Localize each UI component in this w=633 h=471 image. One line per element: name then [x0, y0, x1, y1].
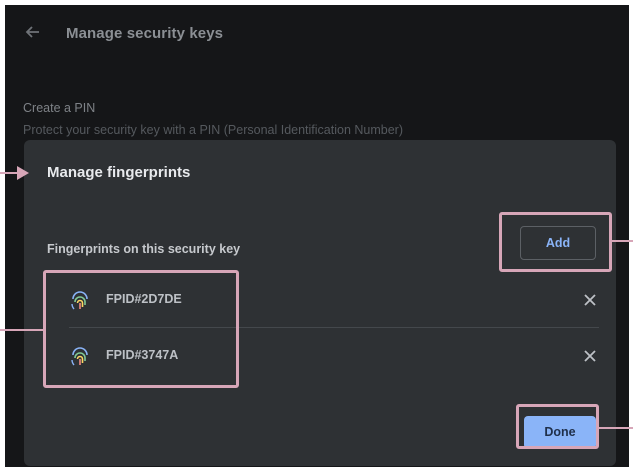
close-icon[interactable] [581, 291, 599, 309]
fingerprints-section-label: Fingerprints on this security key [47, 242, 241, 256]
create-pin-description: Protect your security key with a PIN (Pe… [23, 123, 404, 137]
back-arrow-icon[interactable] [23, 22, 43, 42]
fingerprint-row: FPID#3747A [69, 341, 599, 371]
done-button[interactable]: Done [524, 416, 596, 449]
settings-screen: Manage security keys Create a PIN Protec… [5, 5, 629, 467]
annotation-line-fingerprints [0, 329, 43, 331]
create-pin-label: Create a PIN [23, 101, 96, 115]
fingerprint-row: FPID#2D7DE [69, 285, 599, 315]
fingerprint-id: FPID#3747A [106, 348, 179, 362]
top-bar: Manage security keys [5, 5, 629, 61]
row-divider [69, 327, 599, 328]
fingerprint-id: FPID#2D7DE [106, 292, 182, 306]
fingerprint-icon [69, 346, 91, 368]
dialog-title: Manage fingerprints [47, 164, 191, 181]
page-title: Manage security keys [66, 25, 224, 42]
add-fingerprint-button[interactable]: Add [520, 226, 596, 260]
close-icon[interactable] [581, 347, 599, 365]
annotation-arrowhead-icon [17, 166, 29, 180]
annotation-line-done [599, 427, 633, 429]
manage-fingerprints-dialog: Manage fingerprints Fingerprints on this… [24, 140, 616, 466]
fingerprint-icon [69, 290, 91, 312]
annotation-line-add [612, 240, 633, 242]
